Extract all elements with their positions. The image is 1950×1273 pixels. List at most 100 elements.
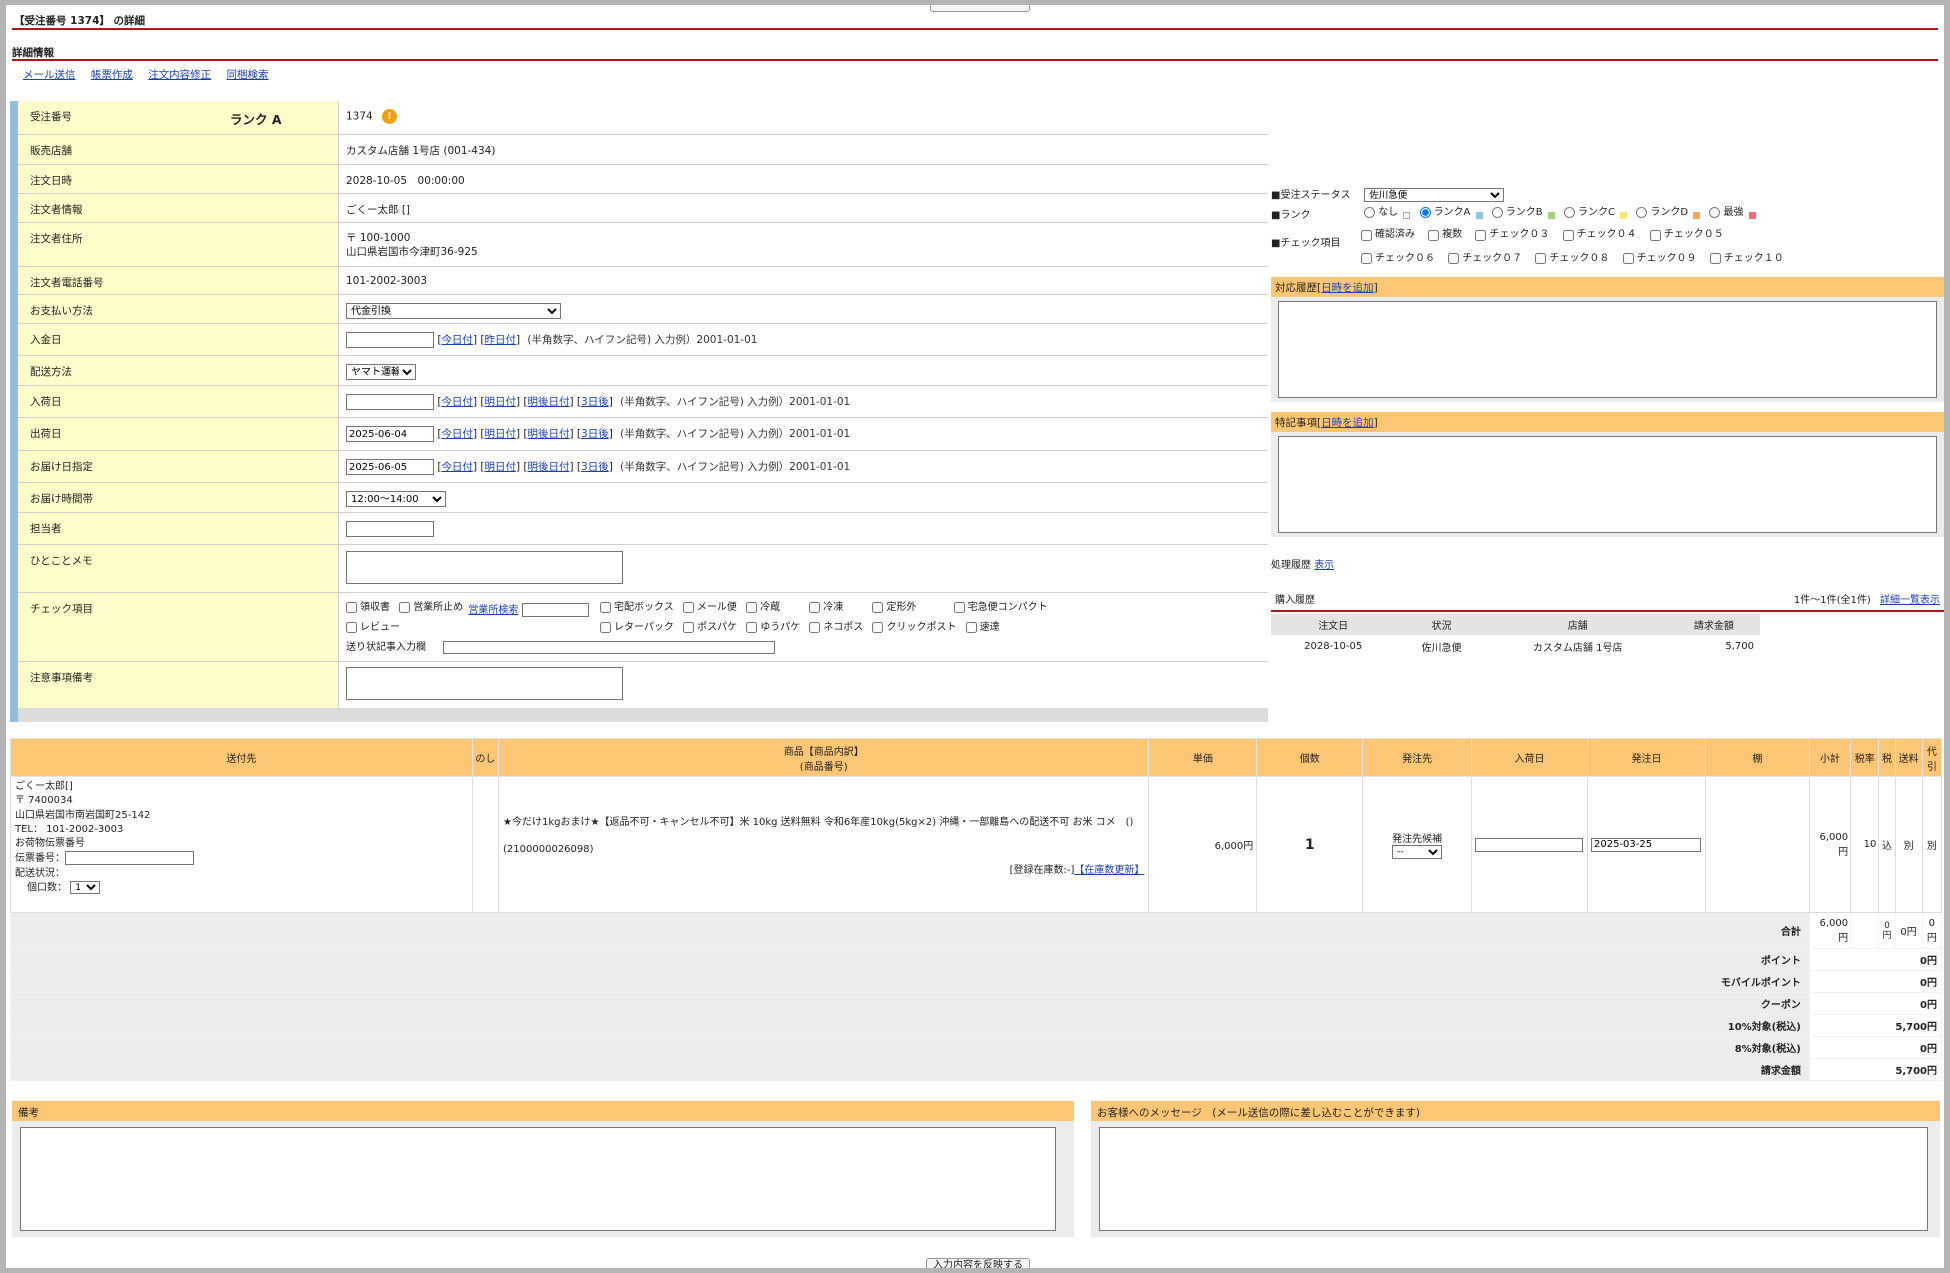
arrival-input[interactable] (1475, 837, 1584, 852)
ship-tomorrow-link[interactable]: 明日付 (484, 428, 516, 440)
row-memo: ひとことメモ (18, 545, 1268, 593)
check-pospake[interactable]: ポスパケ (683, 619, 737, 636)
check-yu-packet[interactable]: ゆうパケ (746, 619, 800, 636)
history-row[interactable]: 2028-10-05 佐川急便 カスタム店舗 1号店 5,700 (1271, 635, 1760, 658)
arrival-date-input[interactable] (346, 394, 434, 410)
history-header-status: 状況 (1395, 614, 1488, 635)
deliver-day-after-link[interactable]: 明後日付 (528, 461, 570, 473)
notes-textarea[interactable] (346, 667, 623, 700)
check-mail-bin[interactable]: メール便 (682, 599, 737, 616)
process-show-link[interactable]: 表示 (1314, 560, 1334, 571)
deliver-date-hint: (半角数字、ハイフン記号) 入力例）2001-01-01 (620, 461, 851, 473)
check-review[interactable]: レビュー (346, 619, 400, 636)
supplier-select[interactable]: -- (1392, 845, 1443, 859)
address-label: 注文者住所 (18, 223, 339, 266)
parcel-count-select[interactable]: 1 (70, 881, 101, 895)
row-order-datetime: 注文日時 2028-10-05 00:00:00 (18, 165, 1268, 194)
memo-textarea[interactable] (346, 551, 623, 584)
rank-text: ランク A (230, 112, 282, 127)
check-compact[interactable]: 宅急便コンパクト (953, 599, 1048, 616)
order-no-label: 受注番号 (30, 111, 72, 123)
rank-a-radio[interactable]: ランクA (1419, 203, 1470, 222)
slip-no-input[interactable] (65, 851, 194, 866)
points-row: ポイント 0円 (10, 948, 1943, 971)
customer-label: 注文者情報 (18, 194, 339, 222)
deliver-date-input[interactable] (346, 459, 434, 475)
send-mail-link[interactable]: メール送信 (23, 69, 76, 81)
paid-date-input[interactable] (346, 332, 434, 348)
rcheck-03[interactable]: チェック０３ (1475, 225, 1549, 245)
create-form-link[interactable]: 帳票作成 (91, 69, 133, 81)
right-check-label: ■チェック項目 (1271, 238, 1341, 249)
ship-date-input[interactable] (346, 426, 434, 442)
message-textarea[interactable] (1099, 1127, 1928, 1231)
rank-b-radio[interactable]: ランクB (1491, 203, 1543, 222)
bundle-search-link[interactable]: 同梱検索 (227, 69, 269, 81)
rank-none-radio[interactable]: なし (1364, 203, 1398, 222)
remarks-textarea[interactable] (20, 1127, 1056, 1231)
sender-note-input[interactable] (443, 640, 776, 654)
coupon-row: クーポン 0円 (10, 992, 1943, 1015)
ship-method-select[interactable]: ヤマト運輸 (346, 364, 416, 380)
rcheck-08[interactable]: チェック０８ (1535, 249, 1609, 269)
stock-update-link[interactable]: 【在庫数更新】 (1074, 865, 1144, 876)
ship-3days-link[interactable]: 3日後 (581, 428, 609, 440)
check-office-hold[interactable]: 営業所止め (399, 599, 463, 616)
purchase-detail-link[interactable]: 詳細一覧表示 (1880, 595, 1940, 606)
ship-day-after-link[interactable]: 明後日付 (528, 428, 570, 440)
check-refrigerated[interactable]: 冷蔵 (746, 599, 780, 616)
row-payment: お支払い方法 代金引換 (18, 295, 1268, 324)
check-letter-pack[interactable]: レターパック (600, 619, 674, 636)
special-notes-textarea[interactable] (1278, 436, 1937, 533)
rank-top-radio[interactable]: 最強 (1709, 203, 1743, 222)
rank-d-radio[interactable]: ランクD (1636, 203, 1688, 222)
response-history-textarea[interactable] (1278, 301, 1937, 398)
check-clickpost[interactable]: クリックポスト (872, 619, 956, 636)
edit-order-link[interactable]: 注文内容修正 (148, 69, 211, 81)
arrival-today-link[interactable]: 今日付 (441, 396, 473, 408)
detail-footer-band (18, 708, 1268, 722)
paid-yesterday-link[interactable]: 昨日付 (484, 334, 516, 346)
shelf-cell (1704, 776, 1810, 913)
staff-input[interactable] (346, 521, 434, 537)
dest-zip: 〒 7400034 (15, 795, 73, 807)
rcheck-confirmed[interactable]: 確認済み (1361, 225, 1415, 245)
row-customer: 注文者情報 ごくー太郎 [] (18, 194, 1268, 223)
response-add-time-link[interactable]: 日時を追加 (1321, 282, 1374, 294)
rcheck-multiple[interactable]: 複数 (1428, 225, 1462, 245)
deliver-tomorrow-link[interactable]: 明日付 (484, 461, 516, 473)
order-date-input[interactable] (1591, 837, 1701, 852)
submit-button[interactable]: 入力内容を反映する (926, 1258, 1030, 1268)
check-receipt[interactable]: 領収書 (346, 599, 390, 616)
row-time-slot: お届け時間帯 12:00〜14:00 (18, 483, 1268, 513)
check-frozen[interactable]: 冷凍 (809, 599, 843, 616)
rcheck-10[interactable]: チェック１０ (1709, 249, 1784, 269)
arrival-tomorrow-link[interactable]: 明日付 (484, 396, 516, 408)
address-value: 山口県岩国市今津町36-925 (346, 246, 478, 258)
check-nonstandard[interactable]: 定形外 (872, 599, 916, 616)
rcheck-04[interactable]: チェック０４ (1562, 225, 1637, 245)
rcheck-09[interactable]: チェック０９ (1622, 249, 1697, 269)
special-add-time-link[interactable]: 日時を追加 (1321, 417, 1374, 429)
payment-select[interactable]: 代金引換 (346, 303, 561, 319)
rcheck-06[interactable]: チェック０６ (1361, 249, 1435, 269)
check-nekopos[interactable]: ネコポス (809, 619, 863, 636)
deliver-3days-link[interactable]: 3日後 (581, 461, 609, 473)
noshi-cell (471, 776, 500, 913)
ship-today-link[interactable]: 今日付 (441, 428, 473, 440)
product-name: ★今だけ1kgおまけ★【返品不可・キャンセル不可】米 10kg 送料無料 令和6… (503, 817, 1134, 828)
header-noshi: のし (471, 738, 500, 777)
arrival-3days-link[interactable]: 3日後 (581, 396, 609, 408)
office-search-link[interactable]: 営業所検索 (468, 605, 518, 616)
office-input[interactable] (521, 603, 589, 617)
check-delivery-box[interactable]: 宅配ボックス (600, 599, 674, 616)
check-express[interactable]: 速達 (965, 619, 1000, 636)
paid-today-link[interactable]: 今日付 (441, 334, 473, 346)
rcheck-05[interactable]: チェック０５ (1649, 225, 1724, 245)
arrival-day-after-link[interactable]: 明後日付 (528, 396, 570, 408)
time-slot-select[interactable]: 12:00〜14:00 (346, 491, 446, 507)
deliver-today-link[interactable]: 今日付 (441, 461, 473, 473)
rank-c-radio[interactable]: ランクC (1564, 203, 1615, 222)
rcheck-07[interactable]: チェック０７ (1448, 249, 1522, 269)
status-select[interactable]: 佐川急便 (1364, 188, 1505, 202)
